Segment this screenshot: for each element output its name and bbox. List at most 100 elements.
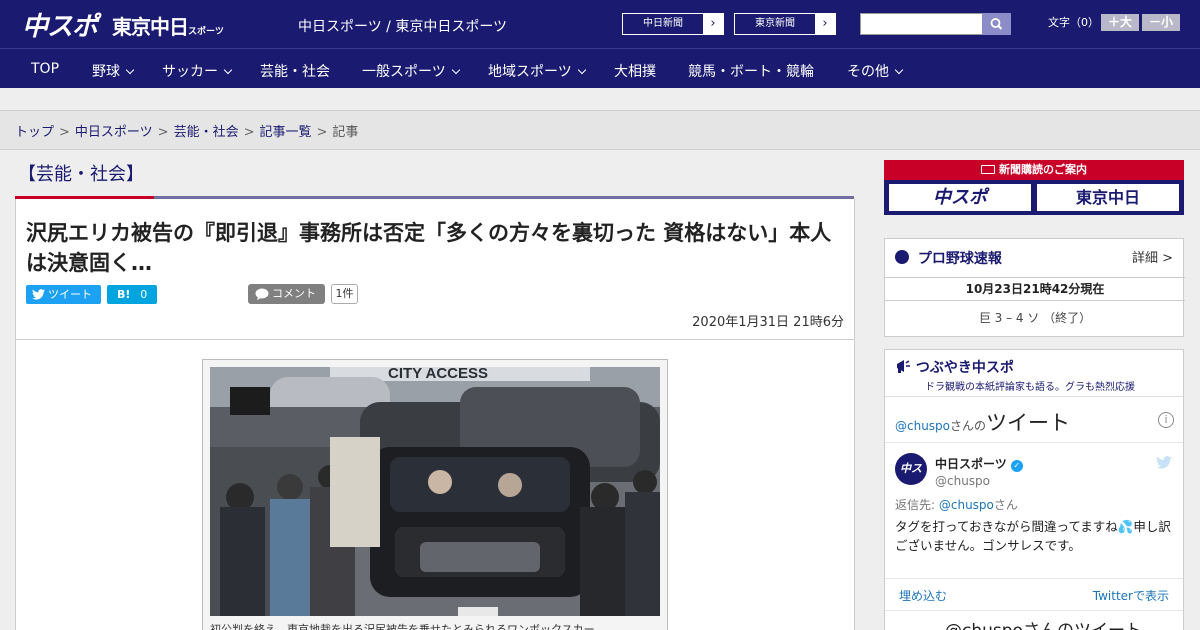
font-size-label: 文字（0） xyxy=(1048,16,1099,29)
more-tweets-link[interactable]: @chuspoさんのツイート xyxy=(945,616,1142,630)
category-heading: 【芸能・社会】 xyxy=(18,164,144,185)
nav-item-sumo[interactable]: 大相撲 xyxy=(614,61,656,81)
chevron-down-icon xyxy=(577,65,586,75)
nav-item-label: サッカー xyxy=(162,64,218,80)
main-nav: TOP 野球 サッカー 芸能・社会 一般スポーツ 地域スポーツ 大相撲 競馬・ボ… xyxy=(0,48,1200,88)
tweet-account-name[interactable]: 中日スポーツ ✓ xyxy=(935,455,1023,472)
article-photo[interactable]: CITY ACCESS xyxy=(210,367,660,616)
timeline-header: @chuspoさんのツイート xyxy=(895,407,1070,437)
tokyo-logo-small: スポーツ xyxy=(188,27,224,37)
comment-label: コメント xyxy=(272,287,316,300)
nav-item-entertainment[interactable]: 芸能・社会 xyxy=(260,61,330,81)
photo-caption: 初公判を終え、東京地裁を出る沢尻被告を乗せたとみられるワンボックスカー xyxy=(210,623,595,630)
reply-handle[interactable]: @chuspo xyxy=(939,498,994,512)
nav-item-label: その他 xyxy=(847,64,889,80)
chevron-down-icon xyxy=(223,65,233,75)
article-date: 2020年1月31日 21時6分 xyxy=(692,315,844,330)
nav-item-label: 競馬・ボート・競輪 xyxy=(688,64,814,80)
breadcrumb-current: 記事 xyxy=(332,125,359,140)
chevron-right-icon: › xyxy=(815,14,835,34)
font-smaller-button[interactable]: －小 xyxy=(1142,14,1180,31)
twitter-bird-icon[interactable] xyxy=(1156,456,1172,473)
breadcrumb-chunichi-sports[interactable]: 中日スポーツ xyxy=(75,125,153,140)
breadcrumb-separator: > xyxy=(59,125,70,140)
chevron-down-icon xyxy=(451,65,460,75)
avatar[interactable]: 中スポ xyxy=(895,453,927,507)
comment-count[interactable]: 1件 xyxy=(331,284,358,304)
comment-button[interactable]: コメント xyxy=(248,284,325,304)
tweet-label: ツイート xyxy=(48,288,92,301)
chunichi-shimbun-label: 中日新聞 xyxy=(643,18,683,29)
font-larger-button[interactable]: ＋大 xyxy=(1101,14,1139,31)
nav-item-label: 一般スポーツ xyxy=(362,64,446,80)
tokyo-shimbun-link[interactable]: 東京新聞 › xyxy=(734,13,836,35)
hatena-bookmark-button[interactable]: B! 0 xyxy=(107,285,157,304)
twitter-widget-title-text: つぶやき中スポ xyxy=(915,360,1014,376)
nav-item-label: 芸能・社会 xyxy=(260,64,330,80)
divider xyxy=(885,578,1183,579)
subscribe-chuspo-logo[interactable]: 中スポ xyxy=(888,183,1032,212)
twitter-widget-title: つぶやき中スポ xyxy=(895,357,1014,377)
nav-item-top[interactable]: TOP xyxy=(31,61,59,77)
divider xyxy=(885,442,1183,443)
site-title[interactable]: 中日スポーツ / 東京中日スポーツ xyxy=(298,16,507,36)
baseball-scores-card: プロ野球速報 詳細 > 10月23日21時42分現在 巨 3 – 4 ソ （終了… xyxy=(884,238,1185,337)
reply-suffix: さん xyxy=(993,498,1018,512)
nav-item-label: 野球 xyxy=(92,64,120,80)
nav-item-soccer[interactable]: サッカー xyxy=(162,61,233,81)
nav-item-racing[interactable]: 競馬・ボート・競輪 xyxy=(688,61,814,81)
baseball-icon xyxy=(895,250,909,264)
subscription-banner-text: 新聞購読のご案内 xyxy=(999,163,1087,176)
tweet-button[interactable]: ツイート xyxy=(26,285,101,304)
tweet-reply-to: 返信先: @chuspoさん xyxy=(895,496,1018,513)
newspaper-icon xyxy=(981,164,995,174)
subscribe-tokyo-chunichi-logo[interactable]: 東京中日 xyxy=(1036,183,1180,212)
breadcrumb-entertainment[interactable]: 芸能・社会 xyxy=(174,125,239,140)
twitter-widget: つぶやき中スポ ドラ観戦の本紙評論家も語る。グラも熱烈応援 @chuspoさんの… xyxy=(884,349,1184,630)
search-input[interactable] xyxy=(860,13,983,35)
baseball-score[interactable]: 巨 3 – 4 ソ （終了） xyxy=(885,309,1185,326)
tweet-account-user[interactable]: @chuspo xyxy=(935,474,990,488)
timeline-tweets-label: ツイート xyxy=(986,411,1071,435)
tokyo-logo-text: 東京中日 xyxy=(112,15,189,39)
nav-item-label: 地域スポーツ xyxy=(488,64,572,80)
breadcrumb-separator: > xyxy=(316,125,328,140)
breadcrumb-top[interactable]: トップ xyxy=(15,125,54,140)
search-icon xyxy=(990,18,1003,30)
chunichi-shimbun-link[interactable]: 中日新聞 › xyxy=(622,13,724,35)
twitter-widget-subtitle: ドラ観戦の本紙評論家も語る。グラも熱烈応援 xyxy=(925,382,1135,393)
chevron-down-icon xyxy=(125,65,135,75)
baseball-scores-title-text: プロ野球速報 xyxy=(917,251,1002,267)
subscription-banner-label: 新聞購読のご案内 xyxy=(884,160,1184,180)
nav-item-label: 大相撲 xyxy=(614,64,656,80)
account-name-text: 中日スポーツ xyxy=(935,457,1007,471)
press-car-photo: CITY ACCESS xyxy=(210,367,660,616)
baseball-scores-title: プロ野球速報 xyxy=(895,248,1002,268)
tokyo-chunichi-logo[interactable]: 東京中日スポーツ xyxy=(112,11,224,40)
hatena-bookmark-label: B! xyxy=(117,288,131,301)
baseball-details-link[interactable]: 詳細 > xyxy=(1132,247,1173,266)
photo-sign-text: CITY ACCESS xyxy=(388,367,488,382)
article-headline: 沢尻エリカ被告の『即引退』事務所は否定「多くの方々を裏切った 資格はない」本人は… xyxy=(26,221,832,275)
twitter-bird-icon xyxy=(32,289,45,300)
breadcrumb-separator: > xyxy=(243,125,255,140)
chevron-right-icon: › xyxy=(703,14,723,34)
nav-item-general-sports[interactable]: 一般スポーツ xyxy=(362,61,460,81)
speech-bubble-icon xyxy=(255,288,269,300)
nav-item-local-sports[interactable]: 地域スポーツ xyxy=(488,61,586,81)
search-button[interactable] xyxy=(982,13,1011,35)
baseball-update-time: 10月23日21時42分現在 xyxy=(885,277,1185,301)
chevron-down-icon xyxy=(894,65,904,75)
view-on-twitter-link[interactable]: Twitterで表示 xyxy=(1093,587,1169,604)
timeline-handle[interactable]: @chuspo xyxy=(895,419,950,433)
breadcrumb-separator: > xyxy=(157,125,169,140)
tweet-text: タグを打っておきながら間違ってますね💦申し訳ございません。ゴンサレスです。 xyxy=(895,519,1171,553)
info-icon[interactable]: i xyxy=(1158,412,1174,428)
nav-item-other[interactable]: その他 xyxy=(847,61,904,81)
top-header: 中スポ 東京中日スポーツ 中日スポーツ / 東京中日スポーツ 中日新聞 › 東京… xyxy=(0,0,1200,48)
nav-item-baseball[interactable]: 野球 xyxy=(92,61,135,81)
embed-link[interactable]: 埋め込む xyxy=(899,587,947,604)
chuspo-logo[interactable]: 中スポ xyxy=(22,6,98,43)
breadcrumb: トップ > 中日スポーツ > 芸能・社会 > 記事一覧 > 記事 xyxy=(15,121,358,140)
breadcrumb-article-list[interactable]: 記事一覧 xyxy=(260,125,312,140)
